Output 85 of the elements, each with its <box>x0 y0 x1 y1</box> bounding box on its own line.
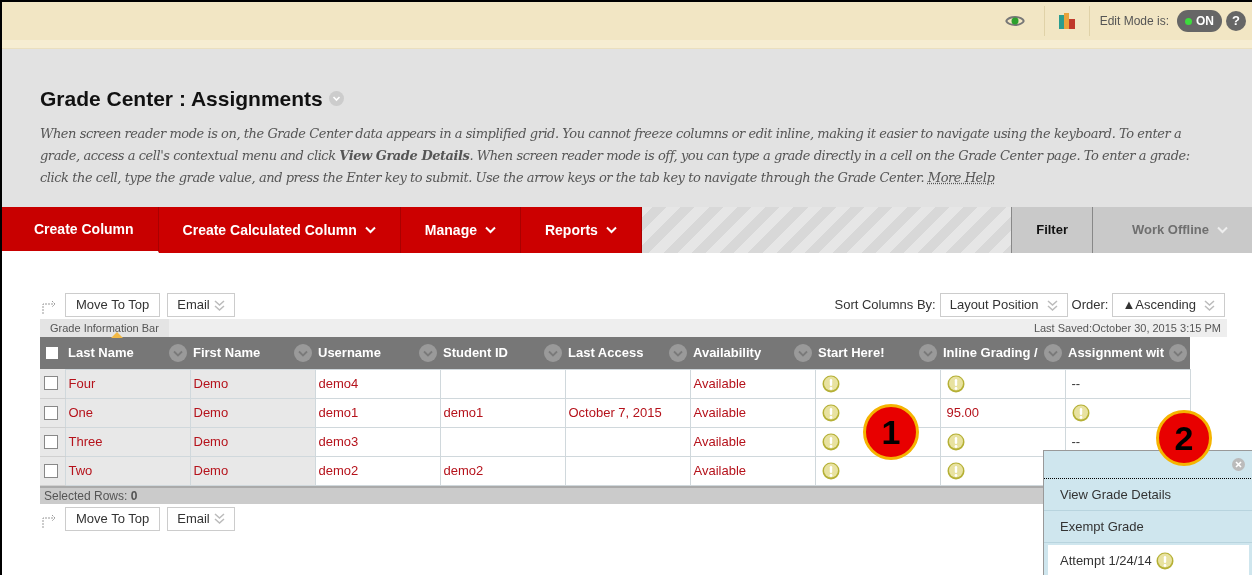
column-menu-icon[interactable] <box>919 343 937 362</box>
column-header[interactable]: Last Access <box>565 337 690 369</box>
action-bar-tab[interactable]: Filter <box>1011 207 1092 253</box>
page-description: When screen reader mode is on, the Grade Center data appears in a simplified grid. You cannot freeze columns or edit inline, making it easier to navigate using the keyboard. To enter a grade, access a cell's contextual menu and click View Grade Details. When screen reader mode is off, you can type a grade directly in a cell on the Grade Center page. To enter a grade: click the cell, type the grade value, and press the Enter key to submit. Use the arrow keys or the tab key to navigate through the Grade Center. More Help <box>40 124 1191 187</box>
table-cell: Three <box>68 433 103 449</box>
selected-rows-text: Selected Rows: 0 <box>44 487 138 505</box>
column-header[interactable]: Username <box>315 337 440 369</box>
menu-item[interactable]: View Grade Details <box>1044 479 1252 511</box>
table-cell: demo3 <box>318 433 359 449</box>
table-cell: demo1 <box>318 404 359 420</box>
table-cell: Demo <box>193 375 229 391</box>
action-bar-tab[interactable]: Create Column <box>2 207 159 253</box>
row-checkbox[interactable] <box>44 463 58 478</box>
needs-grading-icon <box>946 461 965 480</box>
sort-select[interactable]: Layout Position <box>939 293 1068 317</box>
double-chevron-icon <box>1046 299 1058 311</box>
move-to-top-button[interactable]: Move To Top <box>65 293 161 317</box>
action-bar-tab[interactable]: Reports <box>520 207 642 253</box>
table-cell: Four <box>68 375 96 391</box>
more-help-link[interactable]: More Help <box>927 169 995 185</box>
needs-grading-icon <box>1155 551 1174 570</box>
info-bar-label: Grade Information Bar <box>40 319 169 337</box>
needs-grading-icon <box>821 432 840 451</box>
column-header[interactable]: First Name <box>190 337 315 369</box>
chevron-circle-icon[interactable] <box>328 91 344 107</box>
close-icon[interactable] <box>1232 458 1245 471</box>
table-cell: Available <box>693 375 747 391</box>
column-header[interactable]: Student ID <box>440 337 565 369</box>
needs-grading-icon <box>821 403 840 422</box>
column-header[interactable]: Availability <box>690 337 815 369</box>
row-checkbox[interactable] <box>44 405 58 420</box>
row-checkbox[interactable] <box>44 434 58 449</box>
column-menu-icon[interactable] <box>169 343 187 362</box>
menu-item[interactable]: Exempt Grade <box>1044 511 1252 543</box>
table-cell: Available <box>693 462 747 478</box>
email-button[interactable]: Email <box>167 506 235 531</box>
column-menu-icon[interactable] <box>294 343 312 362</box>
select-all-checkbox[interactable] <box>46 347 58 359</box>
needs-grading-icon <box>821 461 840 480</box>
column-header[interactable]: Last Name <box>65 337 190 369</box>
double-chevron-icon <box>1204 299 1215 311</box>
row-checkbox[interactable] <box>44 376 58 391</box>
grade-value: 95.00 <box>946 404 980 420</box>
column-menu-icon[interactable] <box>1169 343 1187 362</box>
move-to-top-button[interactable]: Move To Top <box>65 506 161 531</box>
table-cell: Available <box>693 404 747 420</box>
double-chevron-icon <box>213 513 225 524</box>
table-cell: demo4 <box>318 375 359 391</box>
table-cell: demo2 <box>318 462 359 478</box>
table-cell: Demo <box>193 433 229 449</box>
column-menu-icon[interactable] <box>1044 343 1062 362</box>
last-saved-text: Last Saved:October 30, 2015 3:15 PM <box>1033 320 1221 336</box>
order-label: Order: <box>1071 296 1109 315</box>
edit-mode-label: Edit Mode is: <box>1099 13 1169 30</box>
grade-value: -- <box>1071 375 1081 391</box>
column-header[interactable]: Assignment wit <box>1065 337 1190 369</box>
table-cell: Available <box>693 433 747 449</box>
needs-grading-icon <box>1071 403 1090 422</box>
column-menu-icon[interactable] <box>794 343 812 362</box>
table-cell: demo1 <box>443 404 484 420</box>
table-cell: Demo <box>193 462 229 478</box>
order-select[interactable]: ▲Ascending <box>1112 293 1225 317</box>
action-bar-tab[interactable]: Create Calculated Column <box>158 207 401 253</box>
page-title: Grade Center : Assignments <box>40 86 323 112</box>
email-button[interactable]: Email <box>167 293 235 317</box>
column-header[interactable]: Inline Grading / <box>940 337 1065 369</box>
needs-grading-icon <box>946 374 965 393</box>
column-header[interactable]: Start Here! <box>815 337 940 369</box>
needs-grading-icon <box>946 432 965 451</box>
double-chevron-icon <box>213 299 225 311</box>
column-menu-icon[interactable] <box>544 343 562 362</box>
table-cell: Demo <box>193 404 229 420</box>
column-menu-icon[interactable] <box>669 343 687 362</box>
menu-item[interactable]: Attempt 1/24/14 <box>1048 545 1249 575</box>
action-bar-tab[interactable]: Manage <box>400 207 521 253</box>
column-menu-icon[interactable] <box>419 343 437 362</box>
edit-mode-toggle[interactable]: ON <box>1177 10 1222 32</box>
table-cell: Two <box>68 462 93 478</box>
grade-value: -- <box>1071 433 1081 449</box>
help-button[interactable]: ? <box>1226 11 1246 31</box>
table-cell: October 7, 2015 <box>568 404 662 420</box>
needs-grading-icon <box>821 374 840 393</box>
table-cell: One <box>68 404 94 420</box>
sort-label: Sort Columns By: <box>834 296 936 315</box>
table-cell: demo2 <box>443 462 484 478</box>
